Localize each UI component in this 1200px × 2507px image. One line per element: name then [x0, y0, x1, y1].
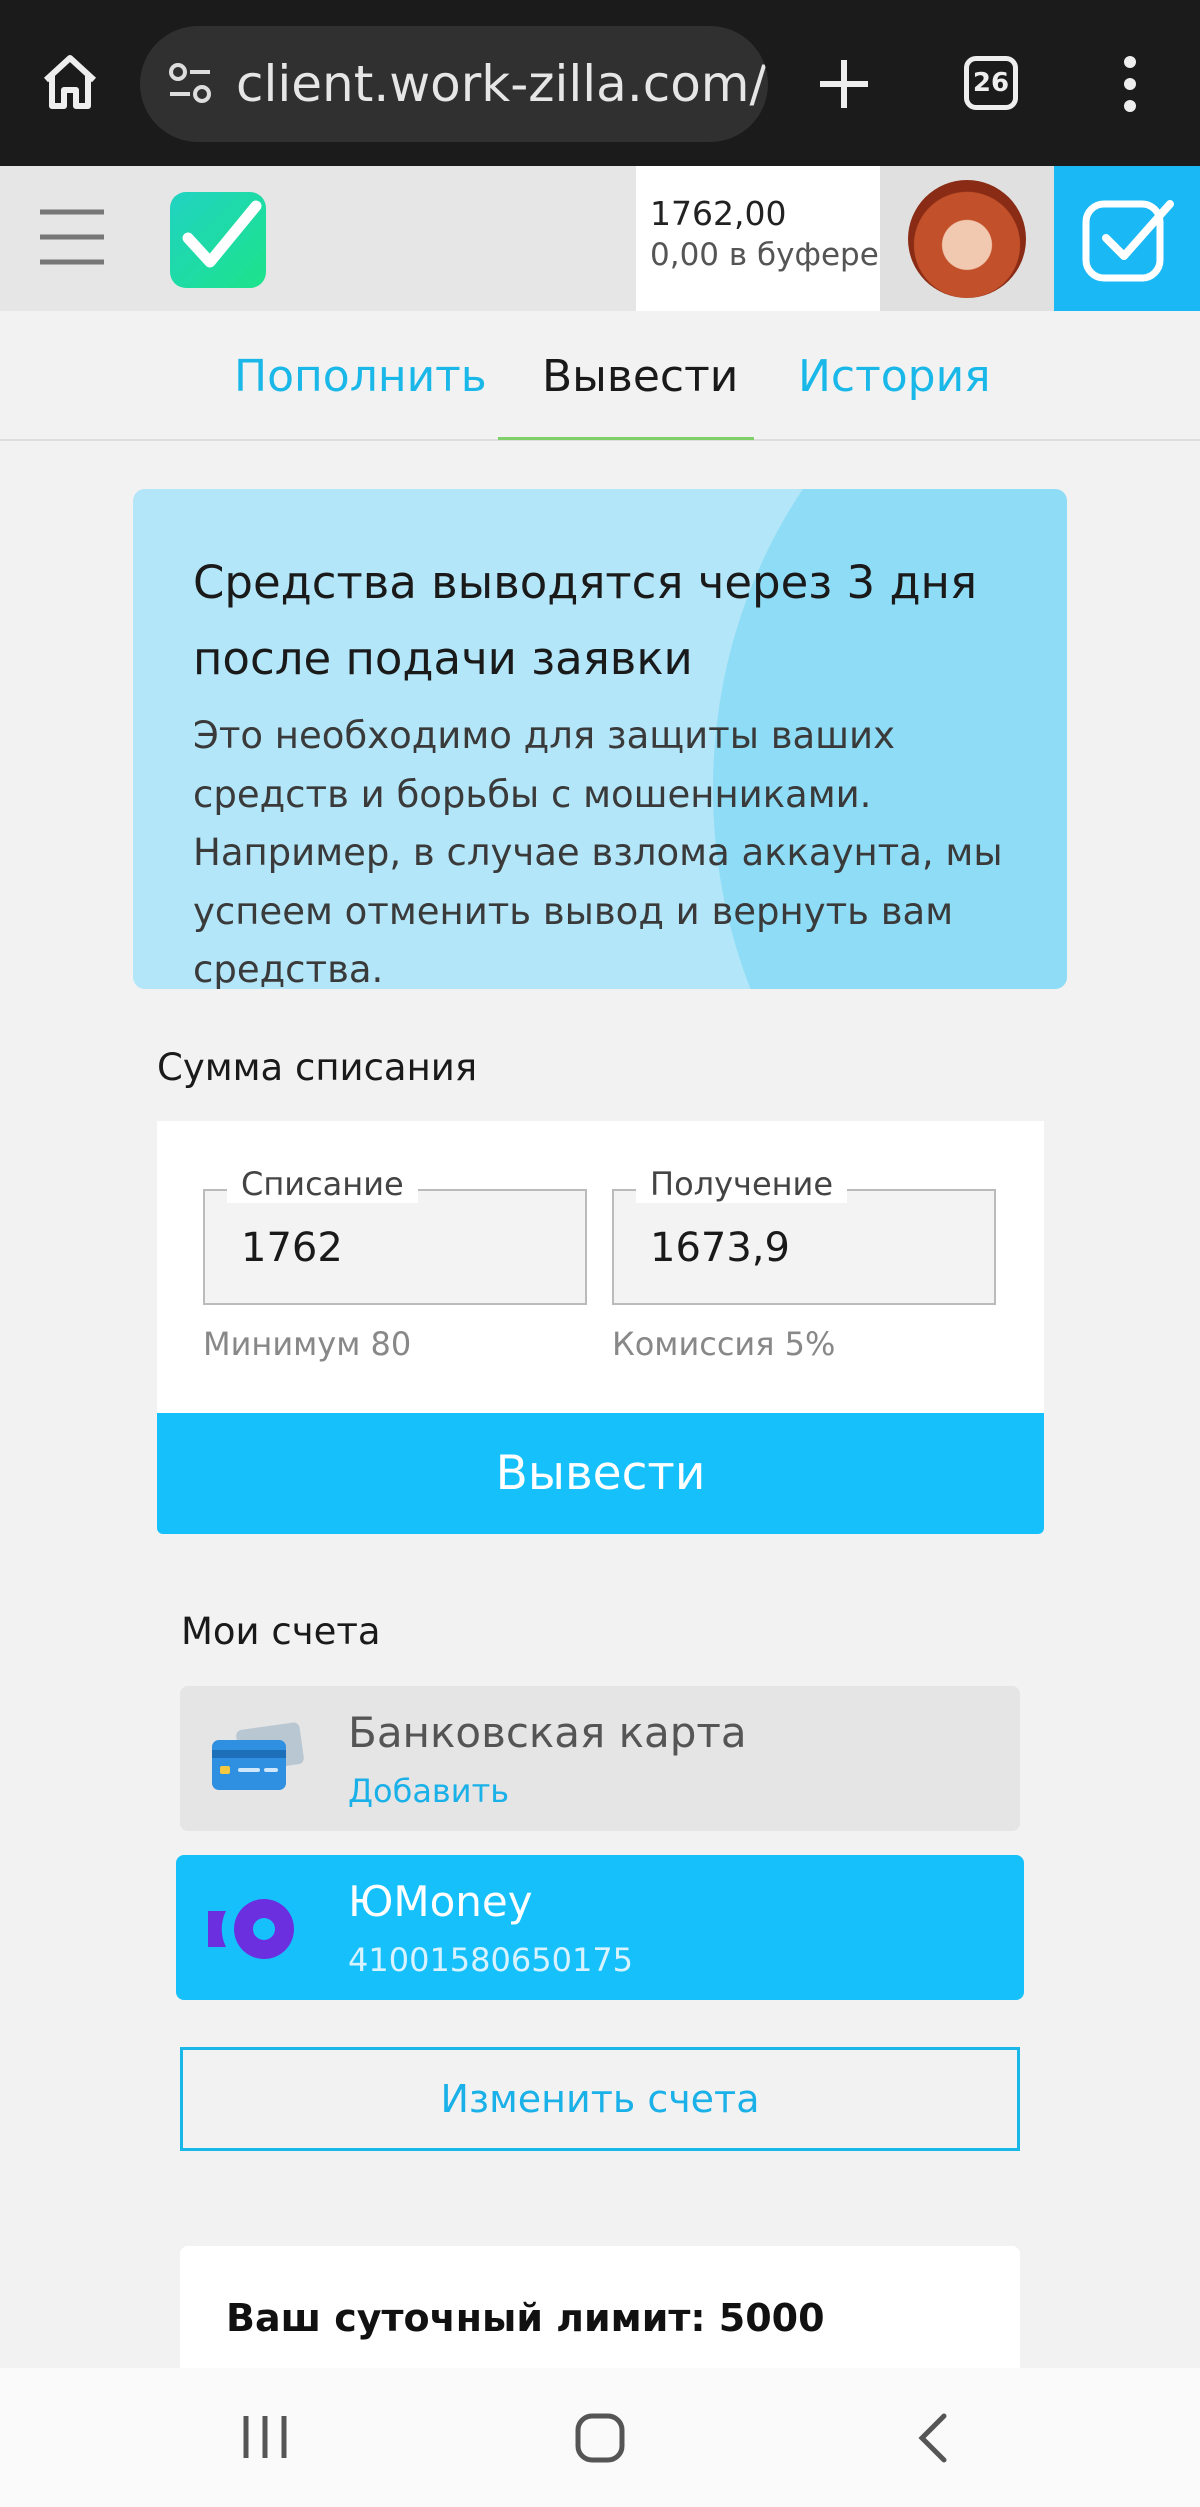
app-header: 1762,00 0,00 в буфере [0, 166, 1200, 311]
profile-button[interactable] [880, 166, 1054, 311]
minimum-hint: Минимум 80 [203, 1325, 412, 1363]
address-bar[interactable]: client.work-zilla.com/n [140, 26, 768, 142]
receive-field[interactable]: Получение 1673,9 [612, 1165, 996, 1305]
add-card-link[interactable]: Добавить [348, 1772, 509, 1810]
system-navigation-bar [0, 2368, 1200, 2507]
hamburger-menu-icon[interactable] [40, 208, 104, 266]
info-text: Это необходимо для защиты ваших средств … [193, 714, 1003, 989]
back-icon[interactable] [912, 2412, 956, 2464]
task-check-icon [1082, 200, 1174, 282]
tab-withdraw[interactable]: Вывести [542, 351, 738, 402]
buffer-amount: 0,00 в буфере [650, 237, 879, 273]
yoomoney-icon [208, 1899, 294, 1959]
amount-card: Списание 1762 Получение 1673,9 Минимум 8… [157, 1121, 1044, 1413]
tab-history[interactable]: История [798, 351, 991, 402]
new-tab-icon[interactable] [814, 54, 874, 114]
withdraw-button[interactable]: Вывести [157, 1413, 1044, 1534]
account-bank-card[interactable]: Банковская карта Добавить [180, 1686, 1020, 1831]
bank-card-icon [212, 1722, 304, 1790]
account-title: ЮMoney [348, 1877, 533, 1926]
active-tab-indicator [498, 437, 754, 440]
commission-hint: Комиссия 5% [612, 1325, 836, 1363]
withdrawal-info-banner: Средства выводятся через 3 дня после под… [133, 489, 1067, 989]
debit-field[interactable]: Списание 1762 [203, 1165, 587, 1305]
checkmark-icon [182, 200, 262, 268]
site-settings-icon[interactable] [164, 58, 216, 110]
daily-limit-text: Ваш суточный лимит: 5000 [226, 2296, 825, 2340]
edit-accounts-button[interactable]: Изменить счета [180, 2047, 1020, 2151]
tasks-button[interactable] [1054, 166, 1200, 311]
avatar [908, 180, 1026, 298]
receive-field-label: Получение [636, 1165, 848, 1203]
browser-toolbar: client.work-zilla.com/n 26 [0, 0, 1200, 166]
receive-value[interactable]: 1673,9 [650, 1225, 790, 1271]
finance-tabs: Пополнить Вывести История [0, 311, 1200, 441]
account-number: 41001580650175 [348, 1941, 634, 1979]
tab-switcher-button[interactable]: 26 [964, 56, 1018, 110]
amount-section-label: Сумма списания [157, 1046, 478, 1089]
balance-amount: 1762,00 [650, 194, 787, 233]
home-nav-icon[interactable] [574, 2412, 626, 2464]
debit-value[interactable]: 1762 [241, 1225, 343, 1271]
tab-deposit[interactable]: Пополнить [234, 351, 487, 402]
info-title: Средства выводятся через 3 дня после под… [193, 556, 978, 685]
url-text: client.work-zilla.com/n [236, 55, 768, 113]
recent-apps-icon[interactable] [240, 2414, 290, 2460]
account-yoomoney[interactable]: ЮMoney 41001580650175 [176, 1855, 1024, 2000]
workzilla-logo[interactable] [170, 192, 266, 288]
more-menu-icon[interactable] [1110, 54, 1150, 114]
accounts-section-label: Мои счета [181, 1610, 381, 1653]
balance-widget[interactable]: 1762,00 0,00 в буфере [636, 166, 880, 311]
home-icon[interactable] [38, 50, 102, 114]
debit-field-label: Списание [227, 1165, 418, 1203]
account-title: Банковская карта [348, 1708, 747, 1757]
